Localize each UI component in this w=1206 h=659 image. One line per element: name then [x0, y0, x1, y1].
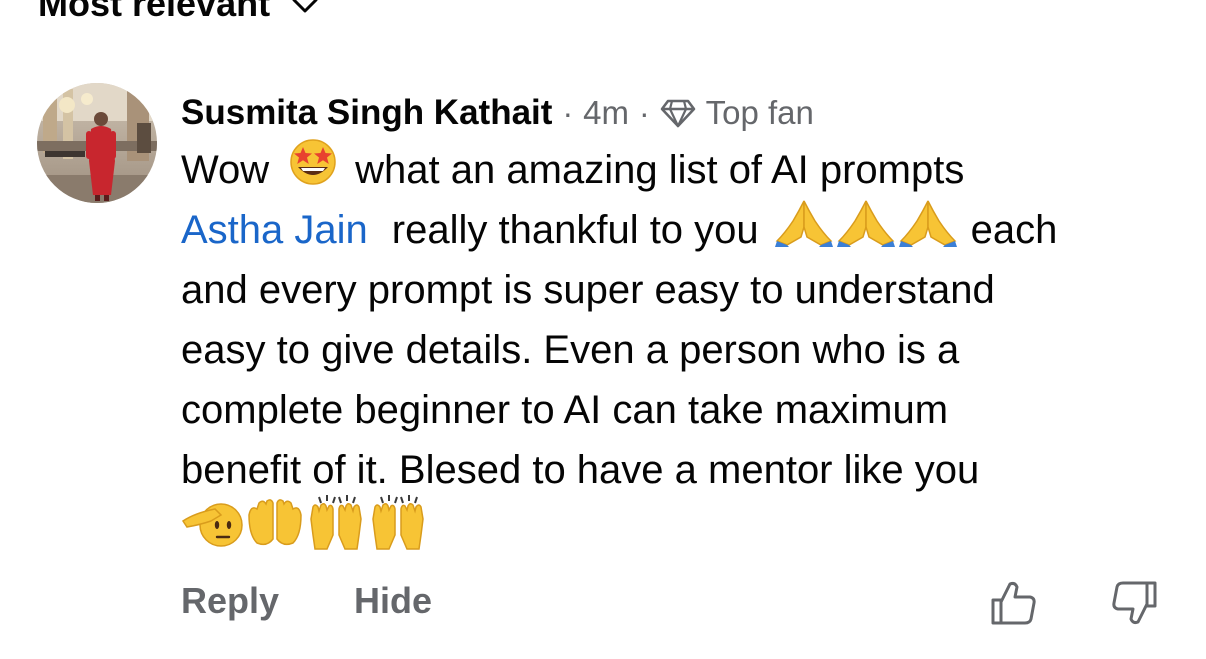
- hide-button[interactable]: Hide: [354, 580, 432, 622]
- raising-hands-emoji: [367, 494, 429, 568]
- comment-body: Wow what an amazing list of AI prompts A…: [181, 137, 1181, 562]
- downvote-button[interactable]: [1110, 578, 1160, 628]
- comment-actions: Reply Hide: [181, 580, 507, 622]
- comment-author[interactable]: Susmita Singh Kathait: [181, 93, 552, 133]
- comment-timestamp[interactable]: 4m: [583, 94, 629, 132]
- comment-text-segment: what an amazing list of AI prompts: [355, 148, 965, 192]
- top-fan-badge: Top fan: [660, 94, 814, 132]
- open-hands-emoji: [245, 495, 305, 568]
- raising-hands-emoji: [305, 494, 367, 568]
- comment-text-segment: and every prompt is super easy to unders…: [181, 268, 995, 312]
- user-mention-link[interactable]: Astha Jain: [181, 200, 368, 260]
- upvote-button[interactable]: [988, 578, 1038, 628]
- saluting-face-emoji: [181, 495, 245, 568]
- comment-text-segment: Wow: [181, 148, 270, 192]
- chevron-down-icon: [290, 0, 320, 20]
- reply-button[interactable]: Reply: [181, 580, 279, 622]
- thumbs-down-icon: [1110, 581, 1160, 632]
- folded-hands-emoji: [897, 197, 959, 264]
- sort-label: Most relevant: [38, 0, 271, 24]
- comment-text-segment: benefit of it. Blesed to have a mentor l…: [181, 448, 980, 492]
- meta-separator: ·: [638, 94, 650, 131]
- comment: Susmita Singh Kathait · 4m · Top fan Wow: [181, 88, 1181, 562]
- folded-hands-emoji: [773, 197, 835, 264]
- meta-separator: ·: [562, 94, 574, 131]
- comment-text-segment: really thankful to you: [391, 208, 759, 252]
- comment-text-segment: easy to give details. Even a person who …: [181, 328, 960, 372]
- comment-text-segment: complete beginner to AI can take maximum: [181, 388, 949, 432]
- avatar[interactable]: [37, 83, 157, 203]
- comment-text-segment: each: [970, 208, 1058, 252]
- badge-label: Top fan: [705, 94, 814, 131]
- star-struck-emoji: [285, 137, 341, 204]
- thumbs-up-icon: [988, 581, 1038, 632]
- folded-hands-emoji: [835, 197, 897, 264]
- diamond-icon: [660, 98, 706, 128]
- sort-dropdown[interactable]: Most relevant: [38, 0, 320, 24]
- comment-meta: Susmita Singh Kathait · 4m · Top fan: [181, 88, 1181, 138]
